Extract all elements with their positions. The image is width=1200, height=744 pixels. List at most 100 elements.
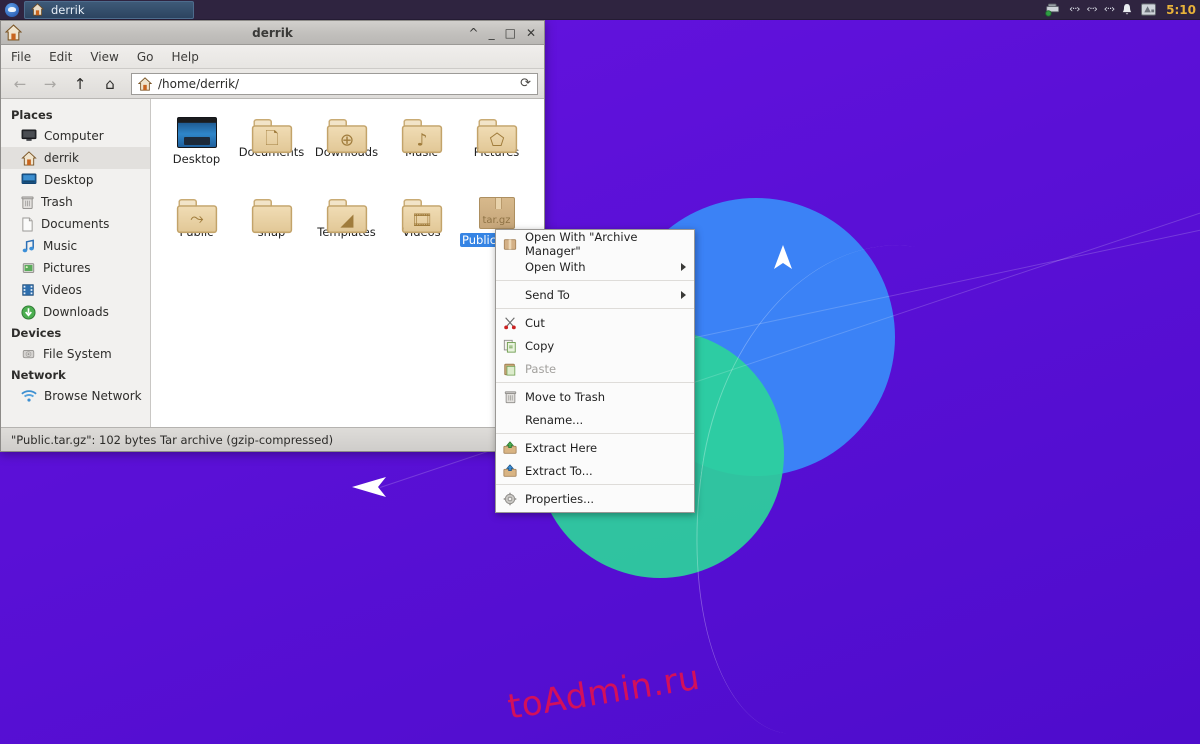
sidebar-item-documents[interactable]: Documents	[1, 213, 150, 235]
menu-file[interactable]: File	[11, 50, 31, 64]
bell-icon[interactable]	[1121, 3, 1133, 17]
file-item[interactable]: ⤳Public	[159, 189, 234, 269]
file-item[interactable]: ⬠Pictures	[459, 109, 534, 189]
context-menu-item-move-to-trash[interactable]: Move to Trash	[496, 385, 694, 408]
document-icon	[22, 217, 33, 231]
package-icon[interactable]	[1140, 2, 1157, 17]
file-item[interactable]: ♪Music	[384, 109, 459, 189]
places-sidebar: Places Computer derrik Desktop Trash Document…	[1, 99, 151, 427]
context-menu-item-copy[interactable]: Copy	[496, 334, 694, 357]
sidebar-item-label: Documents	[41, 217, 110, 231]
archive-icon	[502, 236, 518, 252]
sidebar-item-computer[interactable]: Computer	[1, 125, 150, 147]
top-panel: derrik ‹··› ‹··› ‹··› 5:10	[0, 0, 1200, 20]
sidebar-item-file-system[interactable]: File System	[1, 343, 150, 365]
paste-icon	[504, 363, 516, 376]
back-button[interactable]: ←	[7, 72, 33, 96]
context-menu-item-label: Open With	[525, 259, 586, 274]
minimize-button[interactable]: _	[489, 27, 495, 39]
desktop-thumbnail-icon	[176, 117, 217, 148]
file-label: Desktop	[172, 152, 221, 166]
context-menu-item-label: Open With "Archive Manager"	[525, 229, 638, 258]
file-item[interactable]: ⊕Downloads	[309, 109, 384, 189]
workspace-switcher-1[interactable]: ‹··›	[1069, 4, 1080, 15]
context-menu-separator	[496, 484, 694, 485]
xfce-mouse-icon	[5, 2, 19, 17]
file-list[interactable]: Desktop 🗋Documents⊕Downloads♪Music⬠Pictur…	[151, 99, 544, 427]
sidebar-heading-devices: Devices	[11, 326, 62, 340]
sidebar-item-label: File System	[43, 347, 112, 361]
status-bar: "Public.tar.gz": 102 bytes Tar archive (…	[1, 427, 544, 451]
sidebar-item-pictures[interactable]: Pictures	[1, 257, 150, 279]
home-button[interactable]: ⌂	[97, 72, 123, 96]
music-icon	[22, 238, 34, 252]
picture-icon	[22, 263, 35, 273]
sidebar-item-browse-network[interactable]: Browse Network	[1, 385, 150, 407]
scissors-icon	[504, 316, 516, 329]
context-menu-item-label: Copy	[525, 338, 555, 353]
context-menu-separator	[496, 382, 694, 383]
sidebar-item-label: derrik	[44, 151, 79, 165]
context-menu-item-open-with[interactable]: Open With	[496, 255, 694, 278]
context-menu-item-label: Send To	[525, 287, 570, 302]
menu-go[interactable]: Go	[137, 50, 154, 64]
sidebar-item-label: Computer	[44, 129, 104, 143]
sidebar-item-downloads[interactable]: Downloads	[1, 301, 150, 323]
reload-icon[interactable]: ⟳	[520, 76, 531, 91]
path-text: /home/derrik/	[158, 76, 240, 91]
file-manager-window: derrik ^ _ □ ✕ File Edit View Go Help ← …	[0, 20, 545, 452]
context-menu-item-extract-here[interactable]: Extract Here	[496, 436, 694, 459]
sidebar-item-desktop[interactable]: Desktop	[1, 169, 150, 191]
context-menu-item-extract-to[interactable]: Extract To...	[496, 459, 694, 482]
close-button[interactable]: ✕	[526, 27, 536, 39]
folder-icon: ⬠	[476, 119, 517, 154]
copy-icon	[502, 338, 518, 354]
sidebar-item-label: Music	[43, 239, 78, 253]
sidebar-item-derrik[interactable]: derrik	[1, 147, 150, 169]
context-menu-item-cut[interactable]: Cut	[496, 311, 694, 334]
extract-icon	[502, 440, 518, 456]
context-menu-item-open-with-archive-manager[interactable]: Open With "Archive Manager"	[496, 229, 694, 258]
menu-help[interactable]: Help	[171, 50, 198, 64]
workspace-switcher-3[interactable]: ‹··›	[1104, 4, 1115, 15]
file-item[interactable]: Desktop	[159, 109, 234, 189]
network-icon[interactable]	[1045, 3, 1062, 17]
home-icon	[5, 24, 22, 41]
file-item[interactable]: 🎞Videos	[384, 189, 459, 269]
clock[interactable]: 5:10	[1164, 3, 1196, 17]
context-menu-item-paste: Paste	[496, 357, 694, 380]
file-item[interactable]: 🗋Documents	[234, 109, 309, 189]
context-menu-item-label: Rename...	[525, 412, 584, 427]
desktop-icon	[21, 173, 37, 184]
context-menu-separator	[496, 280, 694, 281]
sidebar-item-videos[interactable]: Videos	[1, 279, 150, 301]
context-menu-item-label: Extract Here	[525, 440, 598, 455]
context-menu-item-properties[interactable]: Properties...	[496, 487, 694, 510]
maximize-button[interactable]: □	[505, 27, 516, 39]
chevron-right-icon	[681, 290, 686, 299]
context-menu-item-send-to[interactable]: Send To	[496, 283, 694, 306]
context-menu-separator	[496, 308, 694, 309]
shade-button[interactable]: ^	[469, 27, 479, 39]
copy-icon	[503, 339, 516, 353]
archive-icon	[503, 238, 517, 250]
sidebar-item-label: Downloads	[43, 305, 109, 319]
folder-icon	[251, 199, 292, 234]
sidebar-item-music[interactable]: Music	[1, 235, 150, 257]
forward-button[interactable]: →	[37, 72, 63, 96]
menu-view[interactable]: View	[90, 50, 118, 64]
sidebar-item-trash[interactable]: Trash	[1, 191, 150, 213]
sidebar-item-label: Videos	[42, 283, 82, 297]
taskbar-item-derrik[interactable]: derrik	[24, 0, 194, 19]
context-menu-item-label: Move to Trash	[525, 389, 606, 404]
window-titlebar[interactable]: derrik ^ _ □ ✕	[1, 21, 544, 45]
menu-edit[interactable]: Edit	[49, 50, 72, 64]
up-button[interactable]: ↑	[67, 72, 93, 96]
path-entry[interactable]: /home/derrik/ ⟳	[131, 72, 538, 95]
file-item[interactable]: snap	[234, 189, 309, 269]
context-menu-item-rename[interactable]: Rename...	[496, 408, 694, 431]
file-item[interactable]: ◢Templates	[309, 189, 384, 269]
workspace-switcher-2[interactable]: ‹··›	[1086, 4, 1097, 15]
archive-icon: tar.gz	[478, 197, 515, 229]
applications-menu-button[interactable]	[0, 0, 24, 20]
